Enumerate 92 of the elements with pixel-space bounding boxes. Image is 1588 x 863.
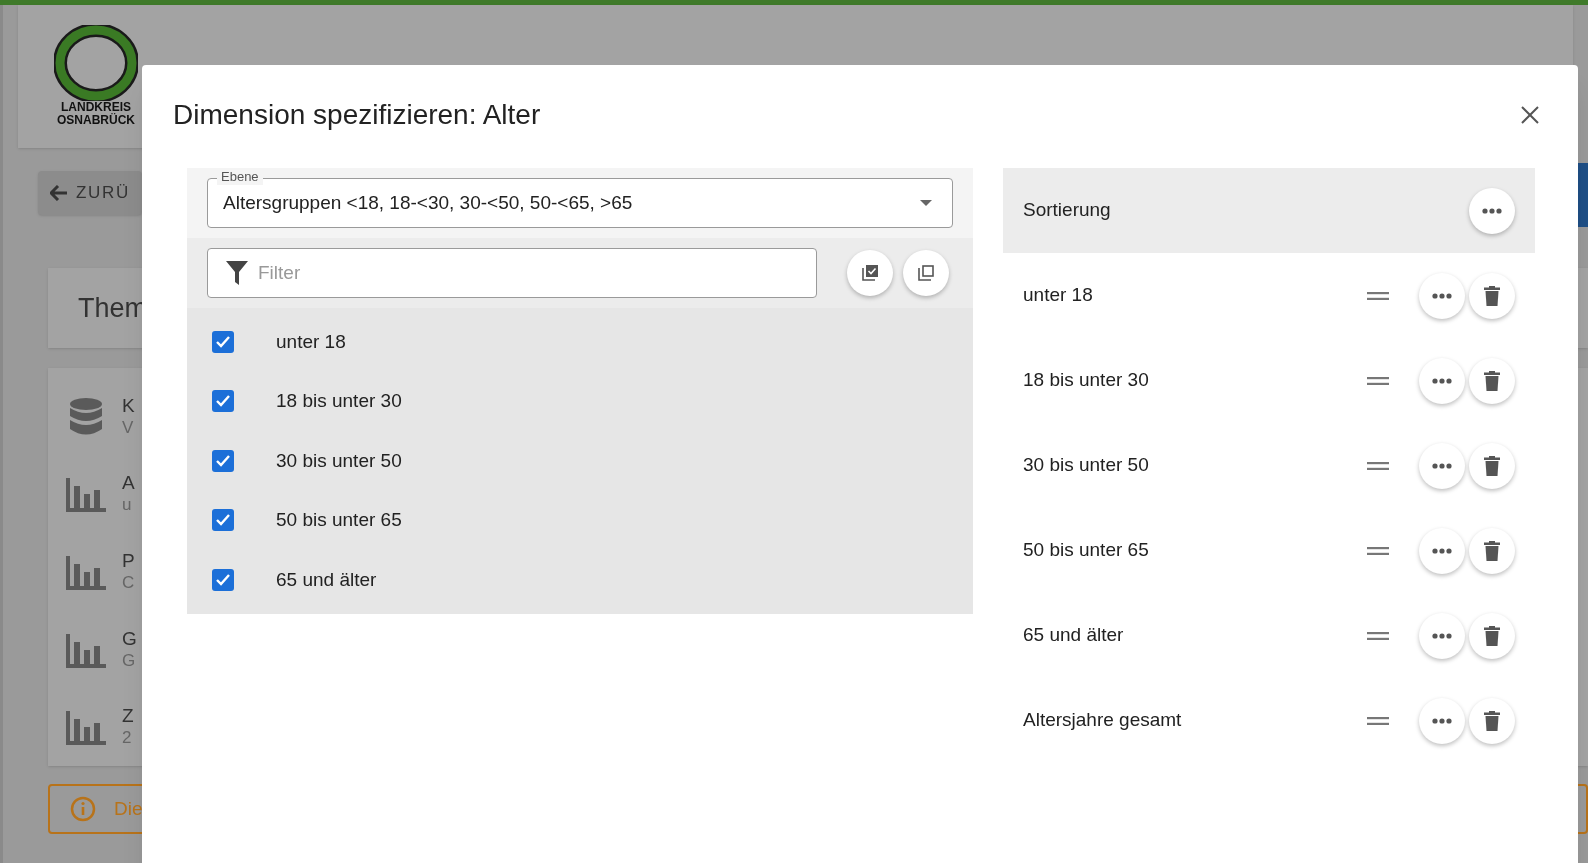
drag-handle-icon[interactable] — [1367, 546, 1389, 555]
sort-item-label: 65 und älter — [1023, 623, 1125, 648]
trash-icon — [1484, 540, 1500, 561]
more-icon — [1482, 207, 1502, 214]
check-icon — [215, 394, 231, 409]
check-icon — [215, 334, 231, 349]
delete-button[interactable] — [1469, 697, 1515, 744]
option-row[interactable]: 65 und älter — [187, 550, 973, 610]
check-icon — [215, 453, 231, 468]
more-button[interactable] — [1419, 442, 1465, 489]
checked-copy-icon — [862, 265, 878, 281]
sorting-title: Sortierung — [1023, 198, 1111, 223]
option-label: unter 18 — [276, 329, 346, 354]
more-button[interactable] — [1469, 187, 1515, 234]
more-icon — [1432, 377, 1452, 384]
checkbox[interactable] — [212, 330, 234, 353]
delete-button[interactable] — [1469, 612, 1515, 659]
deselect-all-button[interactable] — [903, 250, 949, 296]
more-button[interactable] — [1419, 697, 1465, 744]
delete-button[interactable] — [1469, 272, 1515, 319]
item-subtitle: V — [122, 416, 135, 439]
item-title: P — [122, 550, 135, 572]
drag-handle-icon[interactable] — [1367, 461, 1389, 470]
arrow-left-icon — [50, 185, 68, 201]
close-icon — [1520, 105, 1540, 125]
option-row[interactable]: 30 bis unter 50 — [187, 431, 973, 491]
sort-item-label: 50 bis unter 65 — [1023, 538, 1150, 563]
ring-icon — [54, 25, 138, 101]
bar-chart-icon — [66, 476, 106, 513]
more-button[interactable] — [1419, 272, 1465, 319]
drag-handle-icon[interactable] — [1367, 631, 1389, 640]
more-icon — [1432, 717, 1452, 724]
copy-icon — [918, 265, 934, 281]
database-icon — [69, 397, 103, 436]
checkbox[interactable] — [212, 509, 234, 532]
more-icon — [1432, 292, 1452, 299]
item-title: G — [122, 627, 137, 650]
more-button[interactable] — [1419, 357, 1465, 404]
option-row[interactable]: 50 bis unter 65 — [187, 490, 973, 550]
check-icon — [215, 572, 231, 587]
dropdown-caret-icon — [920, 200, 932, 206]
check-icon — [215, 513, 231, 528]
trash-icon — [1484, 710, 1500, 731]
option-label: 65 und älter — [276, 567, 377, 592]
more-button[interactable] — [1419, 527, 1465, 574]
option-label: 50 bis unter 65 — [276, 508, 402, 532]
item-subtitle: 2 — [122, 727, 133, 750]
drag-handle-icon[interactable] — [1367, 376, 1389, 385]
more-icon — [1432, 632, 1452, 639]
checkbox[interactable] — [212, 568, 234, 591]
option-row[interactable]: unter 18 — [187, 312, 973, 372]
select-label: Ebene — [217, 169, 263, 185]
select-all-button[interactable] — [847, 250, 893, 296]
item-subtitle: C — [122, 572, 135, 594]
sort-item-label: Altersjahre gesamt — [1023, 708, 1183, 733]
notice-text: Die — [114, 796, 143, 821]
bar-chart-icon — [66, 554, 106, 590]
more-button[interactable] — [1419, 612, 1465, 659]
trash-icon — [1484, 625, 1500, 646]
delete-button[interactable] — [1469, 527, 1515, 574]
checkbox[interactable] — [212, 390, 234, 413]
delete-button[interactable] — [1469, 442, 1515, 489]
logo-text: OSNABRÜCK — [57, 114, 135, 127]
back-button[interactable]: ZURÜ — [38, 171, 142, 215]
logo-text: LANDKREIS — [61, 101, 131, 114]
trash-icon — [1484, 370, 1500, 391]
trash-icon — [1484, 285, 1500, 306]
sort-item-label: 30 bis unter 50 — [1023, 453, 1150, 478]
item-title: K — [122, 394, 135, 417]
bar-chart-icon — [66, 631, 106, 668]
checkbox[interactable] — [212, 449, 234, 472]
bar-chart-icon — [66, 709, 106, 746]
more-icon — [1432, 547, 1452, 554]
drag-handle-icon[interactable] — [1367, 291, 1389, 300]
sort-item-label: 18 bis unter 30 — [1023, 368, 1150, 393]
drag-handle-icon[interactable] — [1367, 716, 1389, 725]
item-subtitle: u — [122, 494, 133, 517]
sort-item-label: unter 18 — [1023, 283, 1094, 308]
option-label: 30 bis unter 50 — [276, 448, 402, 473]
item-subtitle: G — [122, 649, 137, 672]
more-icon — [1432, 462, 1452, 469]
item-title: Z — [122, 705, 134, 728]
info-icon — [70, 796, 96, 822]
filter-icon — [226, 261, 248, 285]
delete-button[interactable] — [1469, 357, 1515, 404]
item-title: A — [122, 472, 135, 495]
select-value: Altersgruppen <18, 18-<30, 30-<50, 50-<65, >65 — [223, 190, 633, 215]
dialog-title: Dimension spezifizieren: Alter — [173, 98, 541, 132]
filter-field[interactable]: Filter — [207, 248, 817, 298]
trash-icon — [1484, 455, 1500, 476]
option-label: 18 bis unter 30 — [276, 389, 402, 413]
option-row[interactable]: 18 bis unter 30 — [187, 371, 973, 431]
